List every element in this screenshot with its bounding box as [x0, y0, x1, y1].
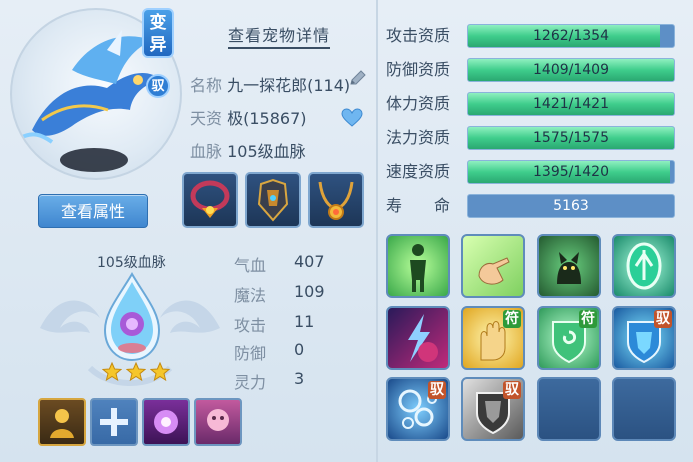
quality-bar: 1262/1354: [467, 24, 675, 48]
bloodline-value: 105级血脉: [227, 142, 306, 161]
quality-bar: 1409/1409: [467, 58, 675, 82]
purple-flower-icon: [154, 410, 178, 434]
hand-gesture-skill-icon: [478, 257, 510, 285]
collar-icon: [190, 180, 230, 218]
stat-row-defense: 防御 0: [234, 340, 304, 364]
bottom-slot-gold-item[interactable]: [38, 398, 86, 446]
tamed-tag: 驭: [428, 381, 446, 399]
quality-value: 1409/1409: [533, 62, 609, 78]
bottom-slot-purple-flower[interactable]: [142, 398, 190, 446]
panel-divider: [376, 0, 378, 462]
bloodline-level-title: 105级血脉: [97, 255, 166, 271]
star-icon: [150, 362, 170, 382]
tamed-tag: 驭: [654, 310, 672, 328]
quality-label: 攻击资质: [386, 26, 451, 45]
dark-lightning-skill-icon: [408, 314, 438, 362]
stat-label: 防御: [234, 344, 267, 363]
empty-skill-slot[interactable]: [537, 377, 601, 441]
quality-label: 法力资质: [386, 128, 451, 147]
stat-row-spirit: 灵力 3: [234, 369, 304, 393]
quality-bar: 1421/1421: [467, 92, 675, 116]
stat-row-mana: 魔法 109: [234, 282, 325, 306]
stat-label: 魔法: [234, 286, 267, 305]
skill-slot-4[interactable]: [612, 234, 676, 298]
quality-value: 1262/1354: [533, 28, 609, 44]
lifespan-value: 5163: [553, 198, 589, 214]
skill-slot-1[interactable]: [386, 234, 450, 298]
skill-slot-7[interactable]: 符: [537, 306, 601, 370]
human-figure-skill-icon: [410, 244, 426, 292]
stat-value: 109: [294, 282, 325, 301]
star-icon: [102, 362, 122, 382]
view-pet-details-link[interactable]: 查看宠物详情: [228, 22, 331, 49]
skill-slot-3[interactable]: [537, 234, 601, 298]
skill-slot-10[interactable]: 驭: [461, 377, 525, 441]
talisman-tag: 符: [503, 310, 521, 328]
stat-value: 11: [294, 312, 315, 331]
talisman-tag: 符: [579, 310, 597, 328]
golden-figure-icon: [50, 409, 74, 438]
pet-detail-panel: 变异 驭 查看属性 查看宠物详情 名称 九一探花郎(114) 天资 极(1586…: [0, 0, 693, 462]
tamed-badge: 驭: [146, 74, 170, 98]
quality-value: 1575/1575: [533, 130, 609, 146]
skill-slot-6[interactable]: 符: [461, 306, 525, 370]
skill-slot-2[interactable]: [461, 234, 525, 298]
add-item-slot[interactable]: [90, 398, 138, 446]
black-cat-skill-icon: [557, 252, 581, 284]
bloodline-drop-icon[interactable]: [101, 272, 163, 362]
stat-value: 0: [294, 340, 305, 359]
pet-name-row: 名称 九一探花郎(114): [190, 72, 350, 96]
empty-skill-slot[interactable]: [612, 377, 676, 441]
tamed-tag: 驭: [503, 381, 521, 399]
stat-label: 气血: [234, 256, 267, 275]
stat-value: 407: [294, 252, 325, 271]
quality-label: 寿 命: [386, 196, 451, 215]
edit-name-icon[interactable]: [348, 68, 368, 88]
star-icon: [126, 362, 146, 382]
stat-label: 攻击: [234, 316, 267, 335]
heart-icon[interactable]: [341, 108, 363, 128]
view-attributes-button[interactable]: 查看属性: [38, 194, 148, 228]
talent-value: 极(15867): [227, 109, 307, 128]
pet-bloodline-row: 血脉 105级血脉: [190, 138, 306, 162]
quality-value: 1395/1420: [533, 164, 609, 180]
quality-bar: 1575/1575: [467, 126, 675, 150]
lifespan-bar: 5163: [467, 194, 675, 218]
green-shield-skill-icon: [626, 242, 662, 290]
name-label: 名称: [190, 76, 223, 95]
necklace-icon: [318, 181, 354, 220]
equipment-slot-collar[interactable]: [182, 172, 238, 228]
plus-icon: [100, 408, 128, 436]
stat-label: 灵力: [234, 373, 267, 392]
pet-talent-row: 天资 极(15867): [190, 105, 307, 129]
quality-bar: 1395/1420: [467, 160, 675, 184]
skill-slot-8[interactable]: 驭: [612, 306, 676, 370]
quality-value: 1421/1421: [533, 96, 609, 112]
pet-name-value: 九一探花郎(114): [227, 76, 351, 95]
pink-creature-icon: [207, 409, 229, 431]
stat-value: 3: [294, 369, 305, 388]
armor-icon: [257, 178, 289, 222]
equipment-slot-armor[interactable]: [245, 172, 301, 228]
bottom-slot-pink-pet[interactable]: [194, 398, 242, 446]
quality-label: 速度资质: [386, 162, 451, 181]
stat-row-hp: 气血 407: [234, 252, 325, 276]
bloodline-stars: [102, 362, 170, 382]
talent-label: 天资: [190, 109, 223, 128]
mutation-badge: 变异: [142, 8, 174, 58]
quality-label: 防御资质: [386, 60, 451, 79]
stat-row-attack: 攻击 11: [234, 312, 314, 336]
bloodline-label: 血脉: [190, 142, 223, 161]
skill-slot-9[interactable]: 驭: [386, 377, 450, 441]
equipment-slot-necklace[interactable]: [308, 172, 364, 228]
quality-label: 体力资质: [386, 94, 451, 113]
skill-slot-5[interactable]: [386, 306, 450, 370]
